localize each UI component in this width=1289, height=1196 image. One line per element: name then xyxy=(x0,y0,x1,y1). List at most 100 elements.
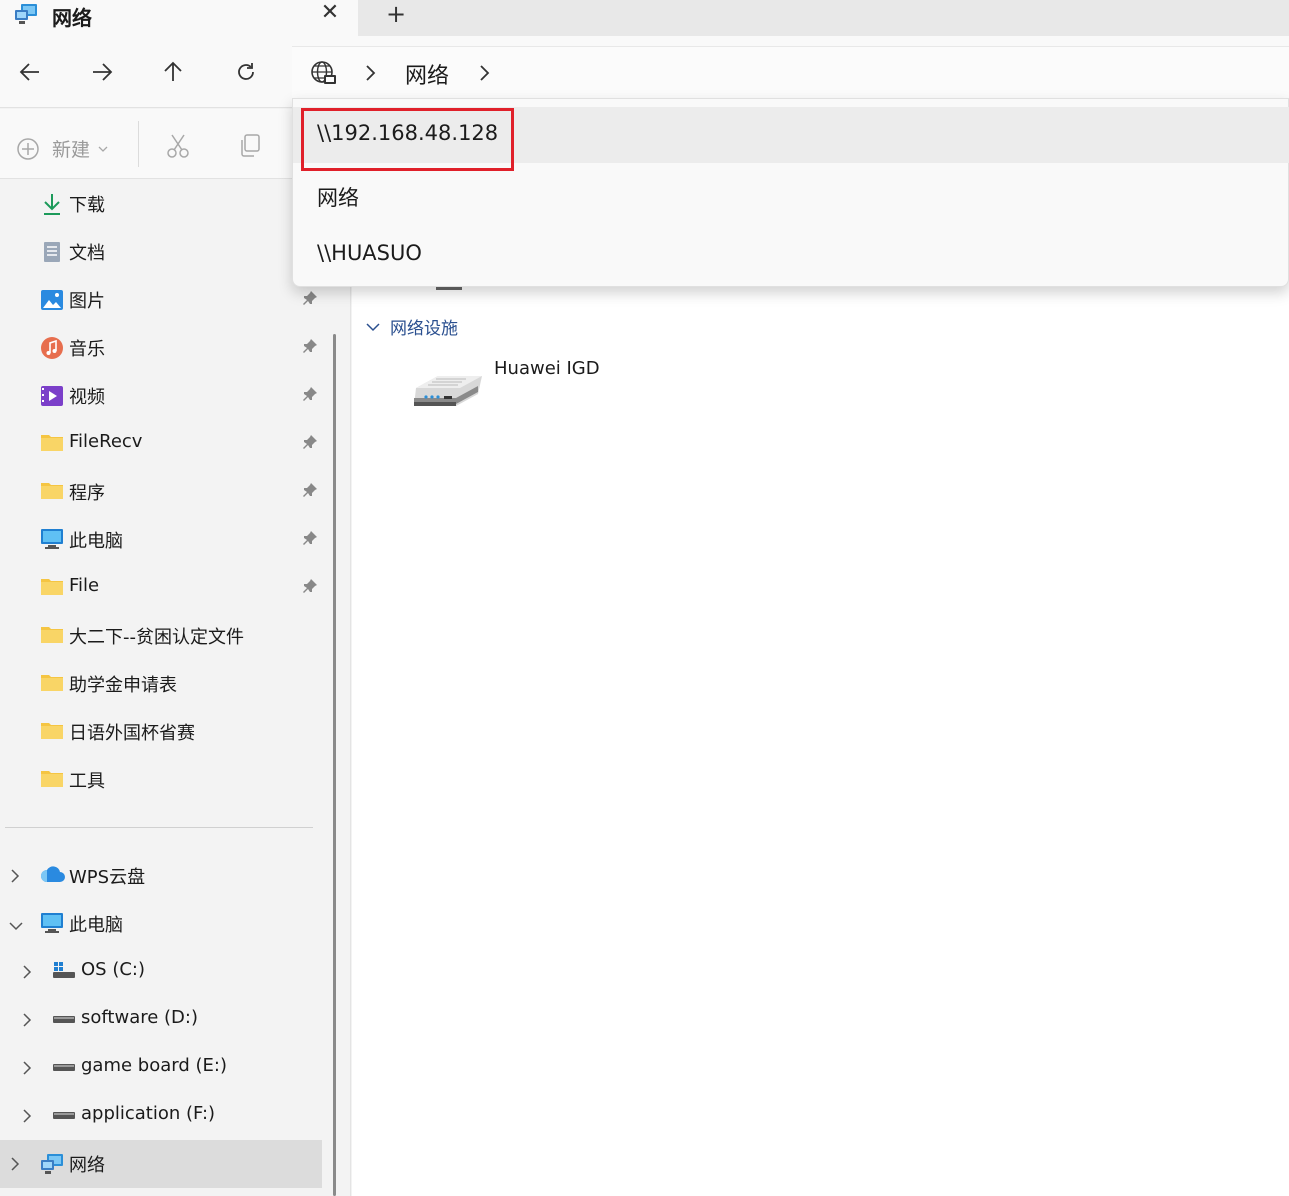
folder-icon xyxy=(40,768,64,790)
device-huawei-igd[interactable]: Huawei IGD xyxy=(412,358,672,418)
sidebar-item-label: 音乐 xyxy=(69,339,105,360)
chevron-right-icon[interactable] xyxy=(10,868,20,888)
new-button[interactable]: 新建 xyxy=(16,135,108,162)
chevron-right-icon[interactable] xyxy=(22,1108,32,1128)
highlight-annotation-box xyxy=(301,108,514,171)
sidebar-item-this-pc-quick[interactable]: 此电脑 xyxy=(0,516,324,564)
pictures-icon xyxy=(40,288,64,310)
pane-divider[interactable] xyxy=(350,180,351,1196)
pin-icon[interactable] xyxy=(302,338,318,358)
tab-bar: 网络 ✕ + xyxy=(0,0,1289,36)
system-drive-icon xyxy=(52,960,76,982)
sidebar-item-network[interactable]: 网络 xyxy=(0,1140,322,1188)
sidebar-item-label: 此电脑 xyxy=(69,915,123,936)
sidebar-item-this-pc[interactable]: 此电脑 xyxy=(0,900,324,948)
pin-icon[interactable] xyxy=(302,386,318,406)
globe-icon xyxy=(310,60,338,92)
sidebar-item-drive-e[interactable]: game board (E:) xyxy=(0,1044,324,1092)
chevron-right-icon[interactable] xyxy=(10,1156,20,1176)
suggestion-item[interactable]: \\HUASUO xyxy=(293,227,1289,283)
suggestion-label: 网络 xyxy=(317,186,359,210)
suggestion-item[interactable]: 网络 xyxy=(293,168,1289,224)
sidebar-item-label: 工具 xyxy=(69,771,105,792)
router-icon xyxy=(412,370,484,414)
cut-icon[interactable] xyxy=(166,133,190,163)
sidebar-item-label: OS (C:) xyxy=(81,959,145,980)
chevron-down-icon[interactable] xyxy=(8,916,24,935)
sidebar-item-documents[interactable]: 文档 xyxy=(0,228,324,276)
sidebar-item-programs[interactable]: 程序 xyxy=(0,468,324,516)
up-button[interactable] xyxy=(157,54,189,90)
sidebar-item-file[interactable]: File xyxy=(0,564,324,612)
copy-icon[interactable] xyxy=(238,133,262,163)
sidebar-item-label: 网络 xyxy=(69,1155,105,1176)
folder-icon xyxy=(40,672,64,694)
sidebar-item-downloads[interactable]: 下载 xyxy=(0,180,324,228)
chevron-right-icon[interactable] xyxy=(22,1060,32,1080)
back-button[interactable] xyxy=(14,54,46,90)
sidebar-item-label: File xyxy=(69,575,100,596)
sidebar-item-tools[interactable]: 工具 xyxy=(0,756,324,804)
sidebar-item-label: 图片 xyxy=(69,291,105,312)
sidebar-item-japanese-contest[interactable]: 日语外国杯省赛 xyxy=(0,708,324,756)
group-header-label: 网络设施 xyxy=(390,319,458,339)
breadcrumb-network[interactable]: 网络 xyxy=(405,58,449,90)
folder-icon xyxy=(40,480,64,502)
refresh-button[interactable] xyxy=(230,54,262,90)
chevron-down-icon xyxy=(366,322,380,331)
sidebar-item-label: 下载 xyxy=(69,195,105,216)
drive-icon xyxy=(52,1104,76,1126)
sidebar-item-videos[interactable]: 视频 xyxy=(0,372,324,420)
sidebar-item-label: game board (E:) xyxy=(81,1055,227,1076)
sidebar-item-music[interactable]: 音乐 xyxy=(0,324,324,372)
group-header-network-infrastructure[interactable]: 网络设施 xyxy=(366,314,458,339)
chevron-right-icon[interactable] xyxy=(22,964,32,984)
chevron-right-icon[interactable] xyxy=(22,1012,32,1032)
sidebar-item-label: 此电脑 xyxy=(69,531,123,552)
sidebar-item-label: 视频 xyxy=(69,387,105,408)
sidebar-item-drive-c[interactable]: OS (C:) xyxy=(0,948,324,996)
forward-button[interactable] xyxy=(86,54,118,90)
sidebar-item-label: application (F:) xyxy=(81,1103,216,1124)
sidebar-item-label: 大二下--贫困认定文件 xyxy=(69,627,244,648)
network-icon xyxy=(14,2,38,24)
pin-icon[interactable] xyxy=(302,530,318,550)
chevron-right-icon[interactable] xyxy=(364,63,376,87)
tab-title: 网络 xyxy=(52,6,92,30)
sidebar-divider xyxy=(5,827,313,828)
computer-icon xyxy=(40,528,64,550)
forward-arrow-icon xyxy=(93,63,113,81)
sidebar-scrollbar[interactable] xyxy=(333,334,336,1196)
sidebar-item-label: WPS云盘 xyxy=(69,867,146,888)
pin-icon[interactable] xyxy=(302,434,318,454)
close-tab-button[interactable]: ✕ xyxy=(318,0,342,25)
chevron-right-icon[interactable] xyxy=(478,63,490,87)
content-area: 网络设施 Huawei IGD xyxy=(352,180,1289,1196)
folder-icon xyxy=(40,720,64,742)
pin-icon[interactable] xyxy=(302,578,318,598)
sidebar-item-drive-f[interactable]: application (F:) xyxy=(0,1092,324,1140)
sidebar-item-pictures[interactable]: 图片 xyxy=(0,276,324,324)
drive-icon xyxy=(52,1056,76,1078)
sidebar-item-poverty-docs[interactable]: 大二下--贫困认定文件 xyxy=(0,612,324,660)
sidebar-item-label: 日语外国杯省赛 xyxy=(69,723,195,744)
folder-icon xyxy=(40,576,64,598)
command-separator xyxy=(138,121,139,167)
navigation-pane: 下载 文档 图片 音乐 视频 FileRecv 程序 此电脑 File 大二下-… xyxy=(0,180,324,1196)
up-arrow-icon xyxy=(164,61,182,81)
sidebar-item-filerecv[interactable]: FileRecv xyxy=(0,420,324,468)
refresh-icon xyxy=(238,63,254,80)
device-name: Huawei IGD xyxy=(494,358,600,379)
sidebar-item-grant-form[interactable]: 助学金申请表 xyxy=(0,660,324,708)
chevron-down-icon xyxy=(98,146,108,152)
pin-icon[interactable] xyxy=(302,290,318,310)
address-bar[interactable]: 网络 xyxy=(292,46,1289,100)
folder-icon xyxy=(40,432,64,454)
pin-icon[interactable] xyxy=(302,482,318,502)
new-button-label: 新建 xyxy=(52,139,91,161)
sidebar-item-wps-cloud[interactable]: WPS云盘 xyxy=(0,852,324,900)
tab-network[interactable]: 网络 ✕ xyxy=(0,0,358,36)
back-arrow-icon xyxy=(19,63,39,81)
sidebar-item-drive-d[interactable]: software (D:) xyxy=(0,996,324,1044)
new-tab-button[interactable]: + xyxy=(384,0,408,28)
